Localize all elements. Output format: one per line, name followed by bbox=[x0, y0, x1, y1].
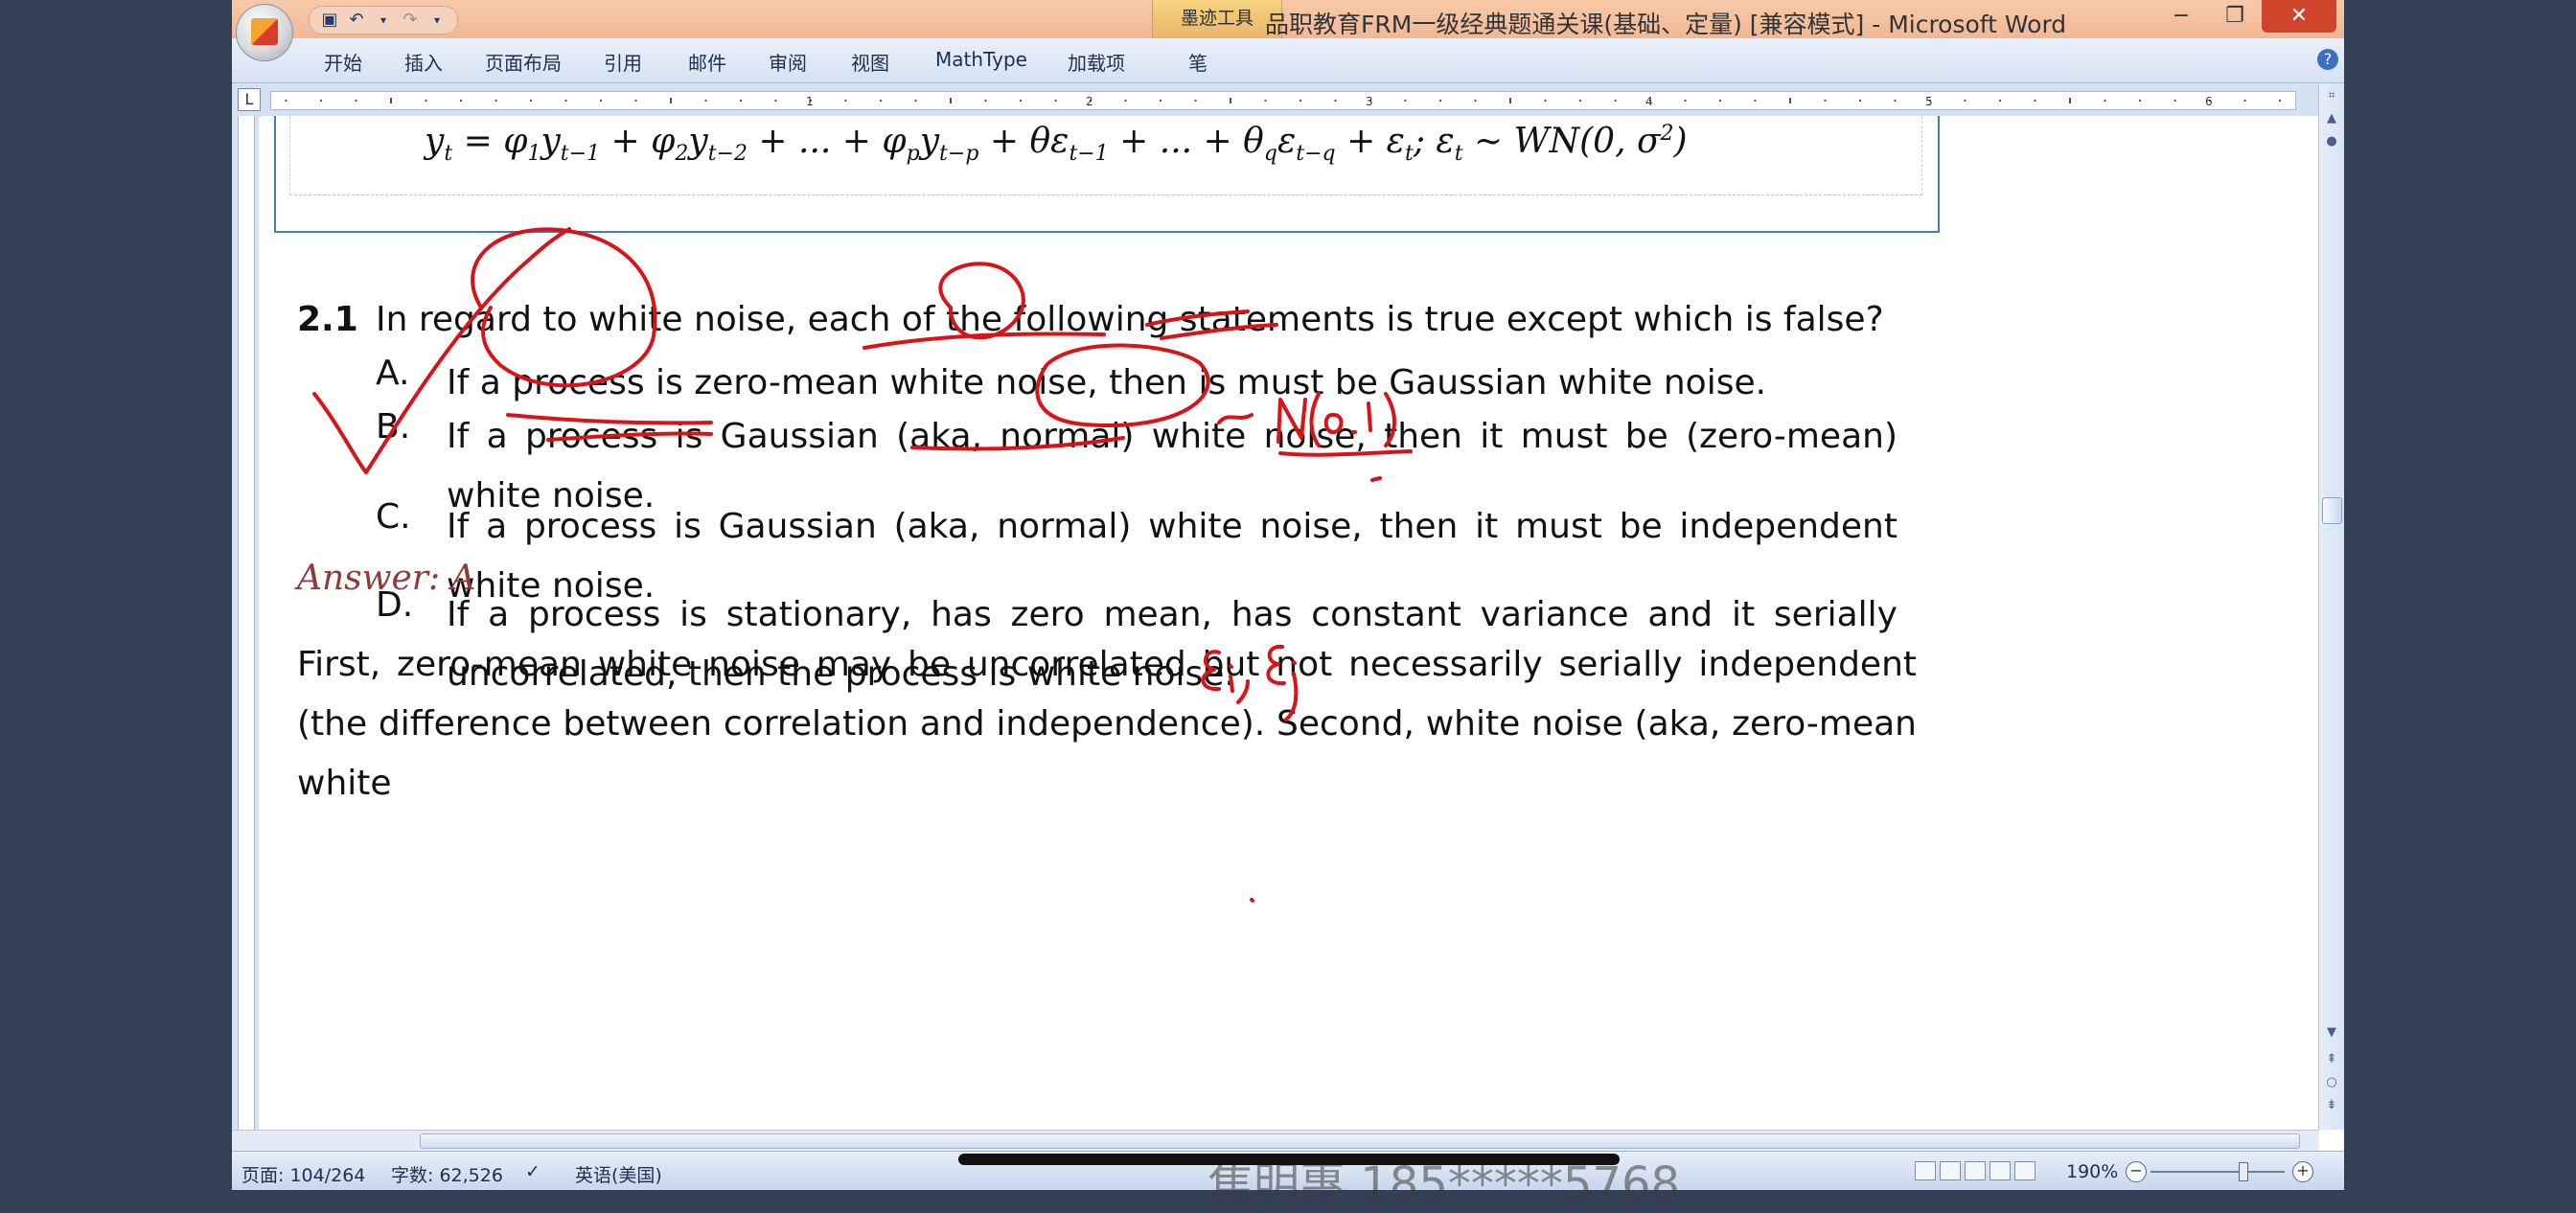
arma-formula: yt = φ1yt−1 + φ2yt−2 + ... + φpyt−p + θε… bbox=[425, 122, 1688, 167]
tab-page-layout[interactable]: 页面布局 bbox=[485, 48, 562, 76]
question-text: In regard to white noise, each of the fo… bbox=[376, 300, 1884, 339]
scroll-up-icon[interactable]: ▲ bbox=[2322, 110, 2341, 127]
explanation-text: First, zero-mean white noise may be unco… bbox=[297, 645, 1917, 803]
browse-object-icon[interactable]: ○ bbox=[2322, 1074, 2341, 1091]
page-count[interactable]: 页面: 104/264 bbox=[242, 1161, 365, 1187]
svg-text:6: 6 bbox=[2205, 95, 2213, 108]
formula-box: yt = φ1yt−1 + φ2yt−2 + ... + φpyt−p + θε… bbox=[274, 116, 1940, 233]
vertical-scrollbar[interactable]: ⌗ ▲ ● ▼ ⇞ ○ ⇟ bbox=[2318, 83, 2344, 1130]
zoom-level[interactable]: 190% bbox=[2066, 1161, 2118, 1182]
title-bar: ▣ ↶ ▾ ↷ ▾ 墨迹工具 品职教育FRM一级经典题通关课(基础、定量) [兼… bbox=[232, 0, 2344, 61]
svg-text:3: 3 bbox=[1366, 95, 1373, 108]
outline-view-icon[interactable] bbox=[1990, 1161, 2011, 1180]
zoom-slider-thumb[interactable] bbox=[2239, 1162, 2248, 1181]
option-letter: A. bbox=[376, 354, 410, 393]
tab-pen[interactable]: 笔 bbox=[1188, 48, 1208, 76]
ribbon-tab-bar: 开始 插入 页面布局 引用 邮件 审阅 视图 MathType 加载项 笔 ? bbox=[232, 38, 2344, 83]
qat-dropdown-icon[interactable]: ▾ bbox=[373, 10, 394, 31]
option-text: If a process is zero-mean white noise, t… bbox=[447, 363, 1767, 402]
tab-insert[interactable]: 插入 bbox=[404, 48, 443, 76]
window-controls: − ❐ ✕ bbox=[2154, 0, 2336, 34]
help-icon[interactable]: ? bbox=[2317, 49, 2338, 70]
scroll-thumb[interactable] bbox=[2322, 497, 2342, 524]
home-indicator bbox=[958, 1154, 1620, 1165]
office-logo-icon bbox=[251, 18, 278, 45]
vertical-ruler[interactable] bbox=[232, 116, 259, 1130]
tab-mathtype[interactable]: MathType bbox=[935, 48, 1027, 71]
tab-review[interactable]: 审阅 bbox=[769, 48, 807, 76]
word-count[interactable]: 字数: 62,526 bbox=[391, 1161, 503, 1187]
draft-view-icon[interactable] bbox=[2014, 1161, 2036, 1180]
svg-text:4: 4 bbox=[1645, 95, 1653, 108]
ink-dot bbox=[1250, 898, 1254, 903]
zoom-slider[interactable] bbox=[2150, 1162, 2285, 1181]
zoom-out-button[interactable]: − bbox=[2126, 1161, 2147, 1182]
question-number: 2.1 bbox=[297, 300, 358, 339]
full-screen-reading-icon[interactable] bbox=[1940, 1161, 1961, 1180]
view-buttons bbox=[1915, 1161, 2036, 1180]
tab-references[interactable]: 引用 bbox=[604, 48, 642, 76]
ruler-ticks: 1 2 3 4 5 6 bbox=[285, 95, 2281, 108]
restore-button[interactable]: ❐ bbox=[2208, 0, 2262, 33]
tab-view[interactable]: 视图 bbox=[851, 48, 889, 76]
horizontal-ruler-bar: L 1 2 3 4 5 6 bbox=[232, 83, 2344, 117]
zoom-in-button[interactable]: + bbox=[2292, 1161, 2313, 1182]
customize-qat-icon[interactable]: ▾ bbox=[426, 10, 448, 31]
option-letter: C. bbox=[376, 497, 411, 537]
minimize-button[interactable]: − bbox=[2154, 0, 2208, 33]
contextual-tab-ink-tools[interactable]: 墨迹工具 bbox=[1152, 0, 1282, 38]
quick-access-toolbar: ▣ ↶ ▾ ↷ ▾ bbox=[309, 6, 458, 34]
svg-text:5: 5 bbox=[1925, 95, 1933, 108]
tab-addins[interactable]: 加载项 bbox=[1068, 48, 1125, 76]
tab-home[interactable]: 开始 bbox=[324, 48, 362, 76]
language-indicator[interactable]: 英语(美国) bbox=[575, 1161, 662, 1187]
word-window: ▣ ↶ ▾ ↷ ▾ 墨迹工具 品职教育FRM一级经典题通关课(基础、定量) [兼… bbox=[232, 0, 2344, 1190]
undo-icon[interactable]: ↶ bbox=[346, 10, 367, 31]
window-title: 品职教育FRM一级经典题通关课(基础、定量) [兼容模式] - Microsof… bbox=[1265, 11, 2067, 38]
next-page-icon[interactable]: ⇟ bbox=[2322, 1097, 2341, 1114]
document-page[interactable]: yt = φ1yt−1 + φ2yt−2 + ... + φpyt−p + θε… bbox=[261, 116, 2319, 1130]
ruler-toggle-icon[interactable]: ⌗ bbox=[2322, 87, 2341, 104]
web-layout-icon[interactable] bbox=[1965, 1161, 1986, 1180]
scroll-up-extra-icon[interactable]: ● bbox=[2322, 133, 2341, 150]
scroll-down-icon[interactable]: ▼ bbox=[2322, 1024, 2341, 1041]
close-button[interactable]: ✕ bbox=[2262, 0, 2336, 33]
proofing-icon[interactable]: ✓ bbox=[525, 1161, 540, 1182]
svg-text:1: 1 bbox=[806, 95, 814, 108]
tab-selector-icon[interactable]: L bbox=[238, 88, 261, 111]
svg-text:2: 2 bbox=[1086, 95, 1093, 108]
option-letter: B. bbox=[376, 407, 411, 446]
redo-icon[interactable]: ↷ bbox=[400, 10, 421, 31]
print-layout-icon[interactable] bbox=[1915, 1161, 1936, 1180]
answer-label: Answer: A bbox=[297, 559, 476, 598]
office-button[interactable] bbox=[236, 4, 293, 61]
horizontal-ruler[interactable]: 1 2 3 4 5 6 bbox=[270, 91, 2296, 110]
tab-mailings[interactable]: 邮件 bbox=[688, 48, 726, 76]
previous-page-icon[interactable]: ⇞ bbox=[2322, 1051, 2341, 1068]
save-icon[interactable]: ▣ bbox=[319, 10, 340, 31]
